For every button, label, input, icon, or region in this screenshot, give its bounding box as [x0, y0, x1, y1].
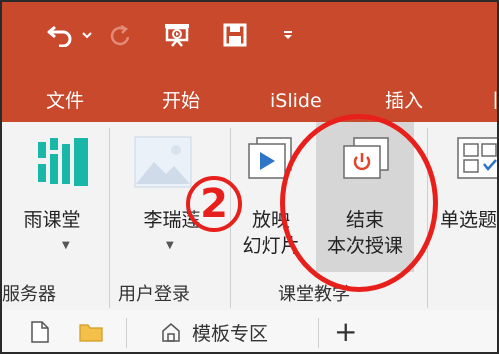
chevron-down-icon: ▼ — [62, 240, 70, 251]
customize-qat-icon[interactable] — [278, 20, 298, 50]
toolbar-divider — [126, 318, 127, 348]
add-tab-button[interactable]: + — [334, 318, 357, 346]
present-from-beginning-icon[interactable] — [162, 20, 192, 50]
new-document-icon[interactable] — [30, 318, 50, 346]
ribbon-tabs: 文件 开始 iSlide 插入 丨 — [2, 80, 497, 122]
single-choice-label: 单选题 — [440, 209, 498, 231]
app-window: 文件 开始 iSlide 插入 丨 雨课堂 ▼ — [0, 0, 499, 354]
template-area-tab[interactable]: 模板专区 — [160, 318, 268, 346]
redo-icon[interactable] — [108, 20, 134, 50]
home-icon — [162, 323, 180, 342]
tab-file[interactable]: 文件 — [46, 86, 84, 116]
document-tab-bar: 模板专区 + — [2, 310, 497, 352]
group-label-user-login: 用户登录 — [118, 284, 190, 305]
group-label-server: 服务器 — [2, 284, 56, 305]
tab-insert[interactable]: 插入 — [385, 86, 423, 116]
tab-islide[interactable]: iSlide — [270, 86, 322, 116]
template-area-label: 模板专区 — [192, 322, 269, 345]
group-divider — [109, 128, 110, 308]
yuketang-button[interactable]: 雨课堂 ▼ — [2, 122, 102, 272]
yuketang-label: 雨课堂 — [23, 209, 81, 231]
tab-start[interactable]: 开始 — [162, 86, 200, 116]
step-number-badge: 2 — [186, 176, 242, 232]
highlight-circle — [280, 114, 438, 292]
dropdown-arrow-icon[interactable] — [80, 20, 94, 50]
tab-partial[interactable]: 丨 — [486, 86, 497, 116]
yuketang-logo-icon — [38, 138, 88, 186]
chevron-down-icon: ▼ — [166, 240, 174, 251]
undo-icon[interactable] — [46, 20, 76, 50]
single-choice-icon — [457, 137, 497, 179]
toolbar-divider — [318, 318, 319, 348]
save-icon[interactable] — [220, 20, 250, 50]
plus-icon: + — [334, 315, 358, 348]
single-choice-button[interactable]: 单选题 — [434, 122, 498, 272]
open-folder-icon[interactable] — [78, 318, 104, 346]
quick-access-toolbar — [2, 2, 497, 80]
user-avatar-image-icon — [134, 136, 192, 188]
